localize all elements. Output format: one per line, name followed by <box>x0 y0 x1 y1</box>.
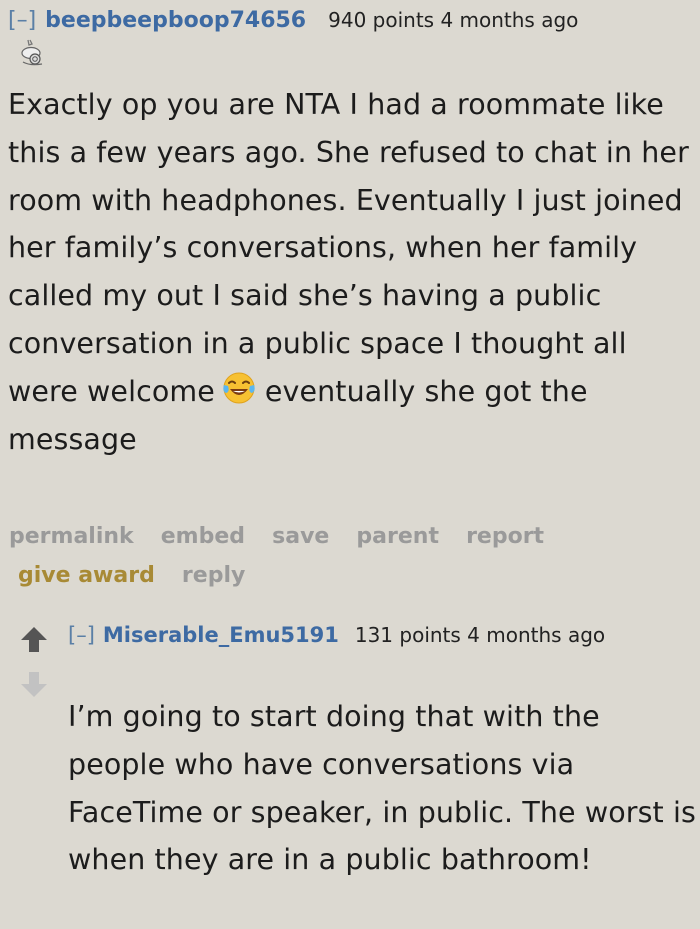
comment-author[interactable]: beepbeepboop74656 <box>45 8 306 33</box>
permalink-link[interactable]: permalink <box>9 524 134 549</box>
reply-score-time: 131 points 4 months ago <box>354 623 606 647</box>
comment-body: Exactly op you are NTA I had a roommate … <box>8 81 696 463</box>
comment-actions: permalink embed save parent report <box>9 524 566 549</box>
face-with-tears-of-joy-emoji <box>223 372 255 404</box>
upvote-arrow-icon[interactable] <box>19 624 49 654</box>
comment-score-time: 940 points 4 months ago <box>328 8 579 32</box>
comment-tagline: [–] beepbeepboop74656 940 points 4 month… <box>8 8 578 40</box>
save-link[interactable]: save <box>272 524 329 549</box>
parent-link[interactable]: parent <box>356 524 439 549</box>
collapse-toggle[interactable]: [–] <box>8 8 36 33</box>
reply-collapse-toggle[interactable]: [–] <box>68 623 95 647</box>
give-award-link[interactable]: give award <box>18 563 155 588</box>
comment-body-text: Exactly op you are NTA I had a roommate … <box>8 88 689 408</box>
report-link[interactable]: report <box>466 524 544 549</box>
reply-body: I’m going to start doing that with the p… <box>68 700 696 877</box>
comment-actions-secondary: give award reply <box>18 563 267 588</box>
downvote-arrow-icon[interactable] <box>19 670 49 700</box>
reply-author[interactable]: Miserable_Emu5191 <box>103 623 339 647</box>
reply-link[interactable]: reply <box>182 563 245 588</box>
reply-tagline: [–] Miserable_Emu5191 131 points 4 months … <box>68 621 688 650</box>
embed-link[interactable]: embed <box>161 524 245 549</box>
snail-flair-icon <box>21 39 43 66</box>
